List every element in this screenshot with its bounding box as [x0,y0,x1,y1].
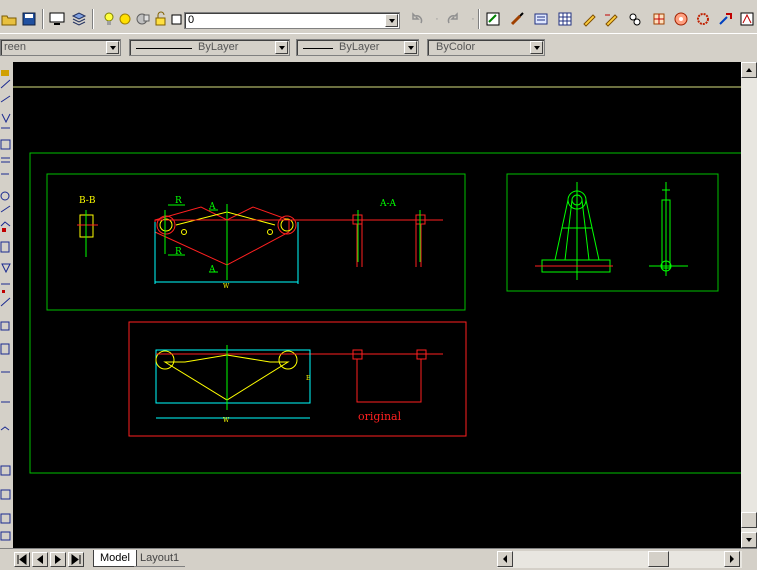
tab-layout1[interactable]: Layout1 [134,550,186,567]
lineweight-sample [303,48,333,49]
section-aa-part [352,210,426,267]
sheet-set-pencil-icon[interactable] [580,10,598,28]
pan-realtime-icon[interactable] [650,10,668,28]
next-tab-button[interactable] [50,552,66,567]
view-frame-a [46,173,466,311]
label-dim-w2: W [223,417,230,424]
chevron-down-icon[interactable] [106,41,119,54]
drawing-svg[interactable]: B-B A-A A A R R W W E original [13,62,741,548]
scroll-left-button[interactable] [497,551,513,567]
zoom-extents-icon[interactable] [738,10,756,28]
original-profile-part [155,345,443,419]
chevron-down-icon[interactable] [275,41,288,54]
monitor-icon[interactable] [48,10,66,28]
frame-side-view [535,182,688,280]
label-a-bottom: A [208,265,216,275]
prev-tab-button[interactable] [32,552,48,567]
vertical-scrollbar[interactable] [741,62,757,548]
scroll-down-button[interactable] [741,532,757,548]
viewport-freeze-icon[interactable] [134,10,152,28]
original-frame [128,321,467,437]
open-file-icon[interactable] [0,10,18,28]
draw-toolbar [0,62,12,542]
section-bb-detail [77,210,98,257]
plotstyle-combo-value: ByColor [436,41,476,53]
chevron-down-icon[interactable] [530,41,543,54]
label-r-top: R [175,196,182,206]
layers-icon[interactable] [70,10,88,28]
scroll-thumb[interactable] [741,512,757,528]
label-bb: B-B [79,196,96,206]
tool-palettes-icon[interactable] [556,10,574,28]
scroll-thumb-horizontal[interactable] [648,551,669,567]
layout-tab-bar: Model Layout1 [0,548,757,570]
label-aa: A-A [379,199,397,209]
profile-part-a [154,204,443,284]
layer-combo-value: 0 [188,14,195,26]
view-frame-c [506,173,719,292]
plotstyle-combo[interactable]: ByColor [427,39,545,56]
zoom-realtime-icon[interactable] [672,10,690,28]
draw-tool-icons[interactable] [0,62,12,542]
chevron-down-icon[interactable] [385,14,398,27]
lineweight-combo[interactable]: ByLayer [296,39,419,56]
redo-icon[interactable] [444,10,462,28]
properties-toolbar: reen ByLayer ByLayer ByColor [0,35,757,61]
zoom-previous-icon[interactable] [716,10,734,28]
match-properties-brush-icon[interactable] [508,10,526,28]
label-r-bottom: R [175,247,182,257]
undo-icon[interactable] [408,10,426,28]
properties-icon[interactable] [484,10,502,28]
zoom-window-icon[interactable] [694,10,712,28]
scroll-up-button[interactable] [741,62,757,78]
last-tab-button[interactable] [68,552,84,567]
label-dim-h2: E [306,375,310,382]
label-original: original [358,410,402,423]
chevron-down-icon[interactable] [404,41,417,54]
label-dim-w1: W [223,283,230,290]
drawing-canvas[interactable]: B-B A-A A A R R W W E original [13,62,741,548]
save-icon[interactable] [20,10,38,28]
color-combo-value: reen [4,41,27,53]
linetype-combo[interactable]: ByLayer [129,39,290,56]
markup-pencil-icon[interactable] [602,10,620,28]
layer-combo[interactable]: 0 [184,12,400,29]
linetype-combo-value: ByLayer [198,41,239,53]
linetype-sample [136,48,192,49]
color-combo[interactable]: reen [0,39,121,56]
tab-model[interactable]: Model [93,550,137,567]
standard-toolbar: 0 · · [0,0,757,34]
freeze-sun-icon[interactable] [116,10,134,28]
scroll-right-button[interactable] [724,551,740,567]
first-tab-button[interactable] [14,552,30,567]
horizontal-scrollbar[interactable] [497,551,742,568]
label-a-top: A [208,202,216,212]
lineweight-combo-value: ByLayer [339,41,380,53]
design-center-icon[interactable] [532,10,550,28]
quickcalc-icon[interactable] [626,10,644,28]
